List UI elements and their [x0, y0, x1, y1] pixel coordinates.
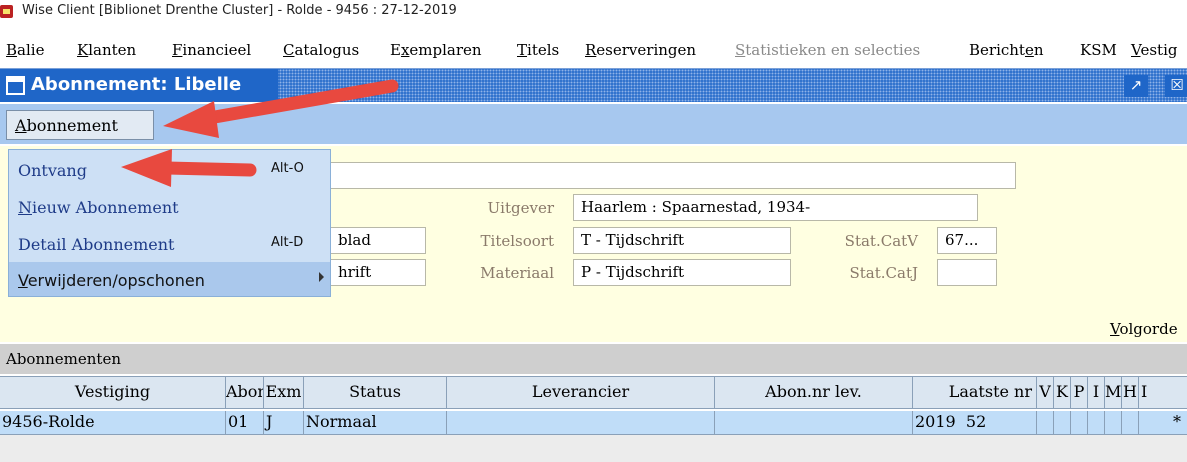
arrow-to-abonnement-menu [163, 79, 399, 138]
annotation-arrows [121, 79, 399, 187]
arrow-to-ontvang-item [121, 149, 257, 187]
